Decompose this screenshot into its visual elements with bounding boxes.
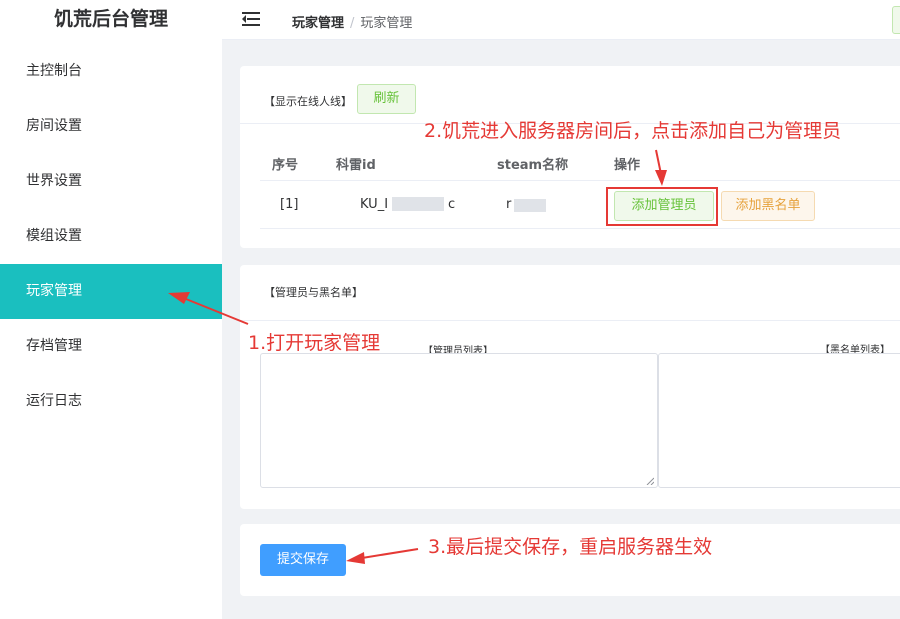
breadcrumb-separator: / — [350, 16, 355, 31]
table-header-divider — [260, 180, 900, 181]
online-players-label: 【显示在线人线】 — [264, 95, 352, 108]
app-title: 饥荒后台管理 — [53, 8, 168, 30]
sidebar-item-run-log[interactable]: 运行日志 — [0, 374, 222, 429]
column-header-actions: 操作 — [614, 158, 641, 173]
breadcrumb-item-parent[interactable]: 玩家管理 — [292, 16, 344, 31]
row-steam-name: r — [506, 197, 512, 212]
annotation-step-2: 2.饥荒进入服务器房间后，点击添加自己为管理员 — [424, 120, 842, 142]
refresh-button[interactable]: 刷新 — [357, 84, 416, 114]
sidebar: 饥荒后台管理 主控制台 房间设置 世界设置 模组设置 玩家管理 存档管理 运行日… — [0, 0, 222, 619]
blacklist-textarea[interactable] — [658, 353, 900, 488]
row-klei-id: KU_I — [360, 197, 389, 212]
redacted-klei-id — [392, 197, 444, 211]
annotation-highlight-box — [606, 187, 718, 226]
resize-grip-icon[interactable] — [646, 477, 654, 485]
admin-blacklist-title: 【管理员与黑名单】 — [264, 286, 363, 299]
sidebar-item-world-settings[interactable]: 世界设置 — [0, 154, 222, 209]
breadcrumb-item-current: 玩家管理 — [360, 16, 413, 31]
admin-blacklist-card: 【管理员与黑名单】 【管理员列表】 【黑名单列表】 — [240, 265, 900, 509]
breadcrumb: 玩家管理 / 玩家管理 — [292, 12, 412, 31]
table-row-divider — [260, 228, 900, 229]
menu-fold-icon[interactable] — [242, 11, 260, 27]
column-header-steam-name: steam名称 — [497, 158, 569, 173]
admin-list-textarea[interactable] — [260, 353, 658, 488]
top-header: 玩家管理 / 玩家管理 — [222, 0, 900, 40]
row-index: [1] — [280, 197, 299, 212]
column-header-klei-id: 科雷id — [336, 158, 376, 173]
annotation-step-3: 3.最后提交保存，重启服务器生效 — [428, 536, 713, 558]
add-blacklist-button[interactable]: 添加黑名单 — [721, 191, 815, 221]
row-klei-id-tail: c — [448, 197, 456, 212]
sidebar-item-console[interactable]: 主控制台 — [0, 44, 222, 99]
sidebar-item-mod-settings[interactable]: 模组设置 — [0, 209, 222, 264]
column-header-index: 序号 — [272, 158, 299, 173]
submit-save-button[interactable]: 提交保存 — [260, 544, 346, 576]
divider — [240, 320, 900, 321]
header-action-button[interactable] — [892, 6, 900, 34]
redacted-steam-name — [514, 199, 546, 212]
sidebar-item-save-management[interactable]: 存档管理 — [0, 319, 222, 374]
sidebar-item-room-settings[interactable]: 房间设置 — [0, 99, 222, 154]
annotation-step-1: 1.打开玩家管理 — [248, 332, 381, 354]
online-players-card: 【显示在线人线】 刷新 序号 科雷id steam名称 操作 [1] KU_I … — [240, 66, 900, 248]
sidebar-item-player-management[interactable]: 玩家管理 — [0, 264, 222, 319]
